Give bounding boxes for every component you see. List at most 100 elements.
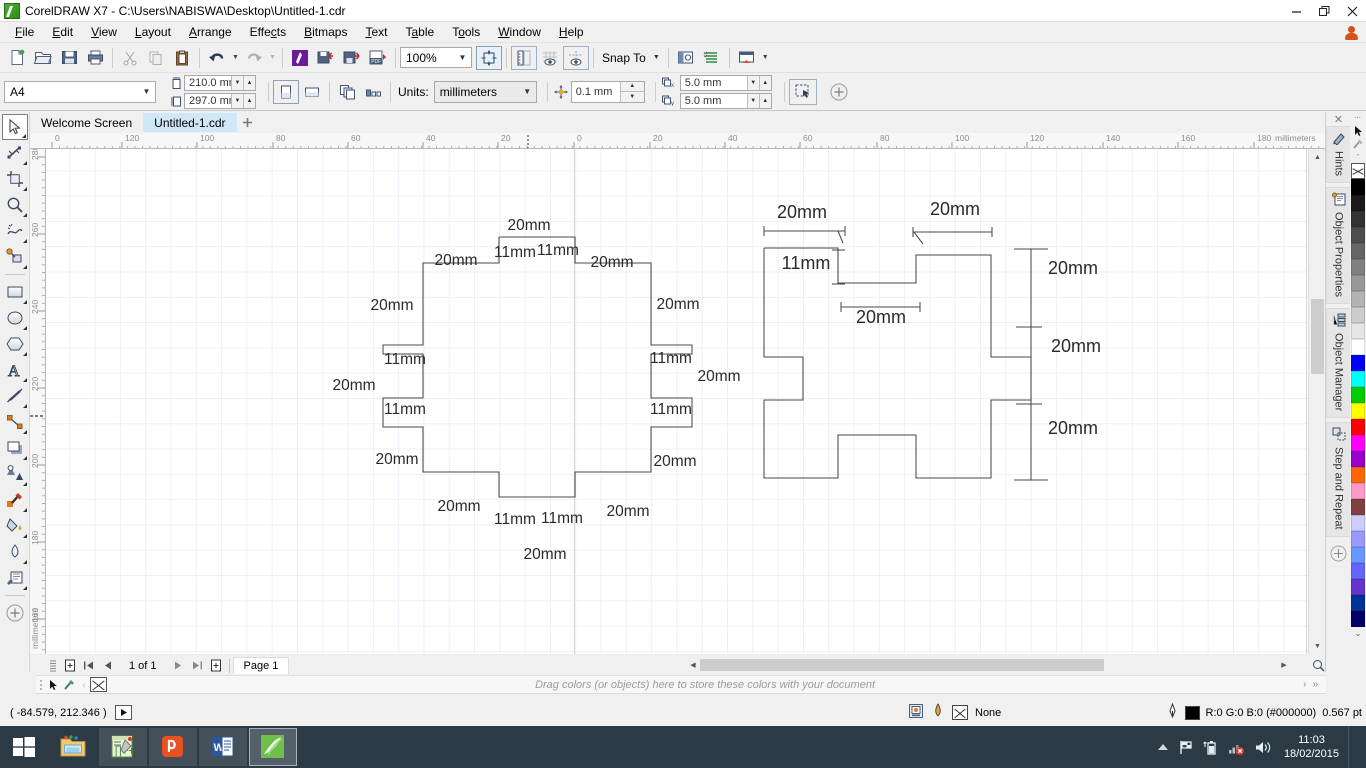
next-page-button[interactable] <box>169 657 188 674</box>
page-height-up-icon[interactable]: ▲ <box>243 93 255 108</box>
show-desktop-button[interactable] <box>1348 726 1356 768</box>
page-size-combo[interactable]: A4 ▼ <box>4 80 156 103</box>
page-height-field[interactable]: 297.0 mm ▼ ▲ <box>184 92 256 109</box>
palette-bar-handle-icon[interactable] <box>36 679 46 691</box>
palette-swatch[interactable] <box>1351 403 1365 419</box>
tab-welcome-screen[interactable]: Welcome Screen <box>30 113 144 132</box>
smart-fill-tool-icon[interactable] <box>2 244 28 270</box>
taskbar-clock[interactable]: 11:03 18/02/2015 <box>1280 733 1339 761</box>
zoom-tool-icon[interactable] <box>2 192 28 218</box>
connector-tool-icon[interactable] <box>2 409 28 435</box>
chevron-down-icon[interactable]: ▼ <box>653 54 660 61</box>
docker-step-and-repeat[interactable]: Step and Repeat <box>1326 422 1351 537</box>
palette-swatch[interactable] <box>1351 387 1365 403</box>
undo-icon[interactable] <box>204 46 230 70</box>
undo-dropdown-arrow-icon[interactable]: ▼ <box>230 46 241 70</box>
docker-object-manager[interactable]: Object Manager <box>1326 308 1351 419</box>
corel-connect-icon[interactable] <box>287 46 313 70</box>
publish-pdf-icon[interactable]: PDF <box>365 46 391 70</box>
menu-file[interactable]: File <box>6 23 43 41</box>
units-combo[interactable]: millimeters ▼ <box>433 80 537 103</box>
menu-help[interactable]: Help <box>550 23 593 41</box>
palette-swatch[interactable] <box>1351 179 1365 195</box>
insert-page-after-button[interactable] <box>207 657 226 674</box>
scroll-left-arrow-icon[interactable]: ◀ <box>686 657 700 673</box>
page-height-down-icon[interactable]: ▼ <box>231 93 243 108</box>
paste-icon[interactable] <box>169 46 195 70</box>
menu-window[interactable]: Window <box>489 23 550 41</box>
chevron-down-icon[interactable]: ▼ <box>454 48 471 67</box>
duplicate-y-field[interactable]: 5.0 mm ▼ ▲ <box>679 92 772 109</box>
menu-arrange[interactable]: Arrange <box>180 23 241 41</box>
coordinate-toggle-icon[interactable] <box>114 705 132 720</box>
current-page-only-icon[interactable] <box>360 80 386 104</box>
new-document-icon[interactable] <box>4 46 30 70</box>
show-guidelines-icon[interactable] <box>563 45 589 70</box>
close-docker-button[interactable]: ✕ <box>1326 112 1351 126</box>
text-tool-icon[interactable]: A <box>2 357 28 383</box>
page-width-field[interactable]: 210.0 mm ▼ ▲ <box>184 74 256 91</box>
palette-swatch[interactable] <box>1351 451 1365 467</box>
palette-swatch[interactable] <box>1351 467 1365 483</box>
palette-swatch[interactable] <box>1351 611 1365 627</box>
fill-tool-icon[interactable] <box>2 539 28 565</box>
save-icon[interactable] <box>56 46 82 70</box>
cut-icon[interactable] <box>117 46 143 70</box>
palette-swatch[interactable] <box>1351 563 1365 579</box>
palette-bar-collapse-icon[interactable]: ‹ <box>78 680 90 690</box>
file-explorer-icon[interactable] <box>49 728 97 766</box>
options-icon[interactable] <box>673 46 699 70</box>
scroll-right-arrow-icon[interactable]: ▶ <box>1277 657 1291 673</box>
palette-swatch[interactable] <box>1351 243 1365 259</box>
menu-edit[interactable]: Edit <box>43 23 82 41</box>
redo-dropdown-arrow-icon[interactable]: ▼ <box>267 46 278 70</box>
palette-swatch[interactable] <box>1351 355 1365 371</box>
zoom-to-fit-icon[interactable] <box>476 45 502 70</box>
show-hidden-icons[interactable] <box>1157 742 1169 752</box>
vertical-ruler[interactable]: 280 260 240 220 200 180 160 millimeters <box>30 149 46 654</box>
palette-swatch[interactable] <box>1351 275 1365 291</box>
show-rulers-icon[interactable] <box>511 45 537 70</box>
palette-no-color-swatch[interactable] <box>1351 163 1365 179</box>
close-button[interactable] <box>1338 0 1366 22</box>
palette-pointer-icon[interactable] <box>1350 124 1366 137</box>
all-pages-icon[interactable] <box>334 80 360 104</box>
nudge-offset-field[interactable]: 0.1 mm ▲ ▼ <box>570 80 645 103</box>
minimize-button[interactable] <box>1282 0 1310 22</box>
chevron-down-icon[interactable]: ▼ <box>519 82 536 101</box>
duplicate-x-field[interactable]: 5.0 mm ▼ ▲ <box>679 74 772 91</box>
docker-hints[interactable]: Hints <box>1326 126 1351 184</box>
palette-swatch[interactable] <box>1351 339 1365 355</box>
new-tab-button[interactable] <box>237 113 259 132</box>
fill-none-swatch[interactable] <box>952 705 968 720</box>
palette-swatch[interactable] <box>1351 419 1365 435</box>
interactive-fill-tool-icon[interactable] <box>2 513 28 539</box>
flag-action-center-icon[interactable] <box>1178 740 1194 755</box>
fill-color-icon[interactable] <box>931 703 945 722</box>
open-document-icon[interactable] <box>30 46 56 70</box>
previous-page-button[interactable] <box>98 657 117 674</box>
transparency-tool-icon[interactable] <box>2 461 28 487</box>
horizontal-ruler[interactable]: 0 120 100 80 60 40 20 0 20 40 60 80 100 120 140 160 180 m… <box>30 133 1325 149</box>
palette-swatch[interactable] <box>1351 483 1365 499</box>
zoom-level-combo[interactable]: 100% ▼ <box>400 47 472 68</box>
chevron-down-icon[interactable]: ▼ <box>138 82 155 101</box>
color-eyedropper-tool-icon[interactable] <box>2 487 28 513</box>
export-icon[interactable] <box>339 46 365 70</box>
user-account-icon[interactable] <box>1343 24 1360 41</box>
nudge-up-icon[interactable]: ▲ <box>619 81 644 92</box>
outline-color-swatch[interactable] <box>1184 705 1200 720</box>
page-width-down-icon[interactable]: ▼ <box>231 75 243 90</box>
menu-tools[interactable]: Tools <box>443 23 489 41</box>
copy-icon[interactable] <box>143 46 169 70</box>
launch-icon[interactable] <box>734 46 760 70</box>
show-grid-icon[interactable] <box>537 46 563 70</box>
page-width-up-icon[interactable]: ▲ <box>243 75 255 90</box>
outline-pen-icon[interactable] <box>1166 702 1179 722</box>
microsoft-word-icon[interactable]: W <box>199 728 247 766</box>
palette-swatch[interactable] <box>1351 307 1365 323</box>
horizontal-scroll-thumb[interactable] <box>700 659 1104 671</box>
menu-layout[interactable]: Layout <box>126 23 180 41</box>
crop-tool-icon[interactable] <box>2 166 28 192</box>
pick-tool-icon[interactable] <box>1 114 28 140</box>
